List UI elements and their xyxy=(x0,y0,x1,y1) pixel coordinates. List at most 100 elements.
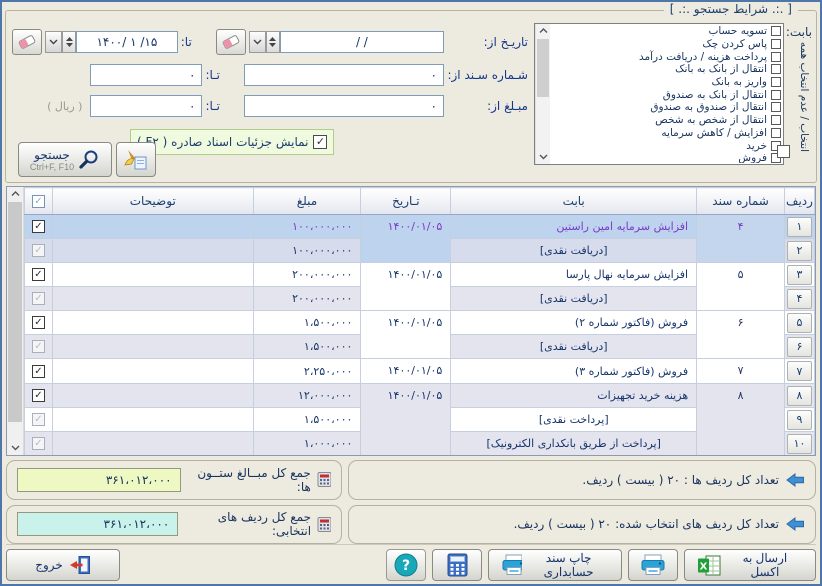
amount-cell[interactable]: ۱۰۰،۰۰۰،۰۰۰ xyxy=(253,239,361,263)
babat-cell[interactable]: [پرداخت نقدی] xyxy=(451,408,697,432)
header-notes[interactable]: توضیحات xyxy=(53,188,254,215)
babat-option-checkbox[interactable] xyxy=(771,64,781,74)
scrollbar-thumb[interactable] xyxy=(8,202,22,422)
row-number-cell[interactable]: ۶ xyxy=(785,335,815,359)
notes-cell[interactable] xyxy=(53,384,254,408)
doc-number-cell[interactable]: ۵ xyxy=(697,263,785,311)
amount-to-input[interactable]: ۰ xyxy=(90,95,202,117)
print-button[interactable] xyxy=(628,549,678,581)
date-cell[interactable]: ۱۴۰۰/۰۱/۰۵ xyxy=(361,359,451,384)
babat-option-checkbox[interactable] xyxy=(771,52,781,62)
exit-button[interactable]: خروج xyxy=(6,549,120,581)
header-amount[interactable]: مبلغ xyxy=(253,188,361,215)
amount-cell[interactable]: ۱،۵۰۰،۰۰۰ xyxy=(253,311,361,335)
babat-cell[interactable]: افزایش سرمایه نهال پارسا xyxy=(451,263,697,287)
date-from-dropdown[interactable] xyxy=(249,31,266,53)
babat-option[interactable]: واریز به بانک xyxy=(552,76,781,89)
row-checkbox-cell[interactable] xyxy=(25,215,53,239)
table-row[interactable]: ۳۵افزایش سرمایه نهال پارسا۱۴۰۰/۰۱/۰۵۲۰۰،… xyxy=(25,263,815,287)
babat-option[interactable]: انتقال از شخص به شخص xyxy=(552,114,781,127)
date-from-clear-button[interactable] xyxy=(216,29,246,55)
clear-form-button[interactable] xyxy=(116,142,156,177)
row-checkbox[interactable] xyxy=(32,340,45,353)
docnum-from-input[interactable]: ۰ xyxy=(244,64,444,86)
babat-option-checkbox[interactable] xyxy=(771,115,781,125)
header-row-number[interactable]: ردیف xyxy=(785,188,815,215)
date-cell[interactable]: ۱۴۰۰/۰۱/۰۵ xyxy=(361,384,451,456)
doc-number-cell[interactable]: ۸ xyxy=(697,384,785,456)
table-vertical-scrollbar[interactable] xyxy=(7,187,24,455)
table-row[interactable]: ۱۴افزایش سرمایه امین راستین۱۴۰۰/۰۱/۰۵۱۰۰… xyxy=(25,215,815,239)
babat-option[interactable]: انتقال از بانک به بانک xyxy=(552,63,781,76)
row-number-cell[interactable]: ۱۰ xyxy=(785,432,815,456)
babat-cell[interactable]: فروش (فاکتور شماره ۲) xyxy=(451,311,697,335)
row-checkbox-cell[interactable] xyxy=(25,359,53,384)
date-to-input[interactable]: ۱۴۰۰/ ۱ /۱۵ xyxy=(76,31,178,53)
row-number-cell[interactable]: ۹ xyxy=(785,408,815,432)
header-doc-number[interactable]: شماره سند xyxy=(697,188,785,215)
spinner-arrows-icon[interactable] xyxy=(62,31,76,53)
row-checkbox[interactable] xyxy=(32,413,45,426)
notes-cell[interactable] xyxy=(53,239,254,263)
amount-cell[interactable]: ۲۰۰،۰۰۰،۰۰۰ xyxy=(253,287,361,311)
doc-number-cell[interactable]: ۴ xyxy=(697,215,785,263)
babat-option[interactable]: فروش xyxy=(552,152,781,163)
row-number-cell[interactable]: ۱ xyxy=(785,215,815,239)
row-number-cell[interactable]: ۵ xyxy=(785,311,815,335)
babat-cell[interactable]: [دریافت نقدی] xyxy=(451,239,697,263)
babat-option-checkbox[interactable] xyxy=(771,102,781,112)
header-select-all-checkbox[interactable] xyxy=(25,188,53,215)
row-number-cell[interactable]: ۳ xyxy=(785,263,815,287)
amount-cell[interactable]: ۱،۰۰۰،۰۰۰ xyxy=(253,432,361,456)
row-checkbox[interactable] xyxy=(32,389,45,402)
row-checkbox[interactable] xyxy=(32,437,45,450)
babat-option-checkbox[interactable] xyxy=(771,128,781,138)
row-checkbox-cell[interactable] xyxy=(25,239,53,263)
doc-number-cell[interactable]: ۷ xyxy=(697,359,785,384)
export-excel-button[interactable]: X ارسال به اکسل xyxy=(684,549,816,581)
row-checkbox-cell[interactable] xyxy=(25,287,53,311)
scrollbar-thumb[interactable] xyxy=(537,39,549,97)
row-checkbox-cell[interactable] xyxy=(25,408,53,432)
babat-option[interactable]: افزایش / کاهش سرمایه xyxy=(552,127,781,140)
date-cell[interactable]: ۱۴۰۰/۰۱/۰۵ xyxy=(361,215,451,263)
babat-cell[interactable]: افزایش سرمایه امین راستین xyxy=(451,215,697,239)
spinner-arrows-icon[interactable] xyxy=(266,31,280,53)
row-checkbox-cell[interactable] xyxy=(25,384,53,408)
row-checkbox-cell[interactable] xyxy=(25,335,53,359)
row-number-cell[interactable]: ۲ xyxy=(785,239,815,263)
notes-cell[interactable] xyxy=(53,311,254,335)
scroll-up-icon[interactable] xyxy=(7,187,24,201)
row-checkbox[interactable] xyxy=(32,292,45,305)
listbox-scrollbar[interactable] xyxy=(535,24,550,164)
babat-cell[interactable]: [دریافت نقدی] xyxy=(451,335,697,359)
amount-cell[interactable]: ۱۲،۰۰۰،۰۰۰ xyxy=(253,384,361,408)
babat-category-listbox[interactable]: تسویه حسابپاس کردن چکپرداخت هزینه / دریا… xyxy=(534,23,784,165)
calculator-button[interactable] xyxy=(432,549,482,581)
amount-cell[interactable]: ۲،۲۵۰،۰۰۰ xyxy=(253,359,361,384)
babat-option[interactable]: پرداخت هزینه / دریافت درآمد xyxy=(552,50,781,63)
row-checkbox-cell[interactable] xyxy=(25,311,53,335)
select-all-checkbox[interactable] xyxy=(777,145,790,158)
babat-option[interactable]: انتقال از بانک به صندوق xyxy=(552,88,781,101)
date-cell[interactable]: ۱۴۰۰/۰۱/۰۵ xyxy=(361,263,451,311)
notes-cell[interactable] xyxy=(53,359,254,384)
notes-cell[interactable] xyxy=(53,263,254,287)
row-number-cell[interactable]: ۴ xyxy=(785,287,815,311)
show-details-checkbox[interactable]: ✓ xyxy=(313,135,327,149)
scroll-down-icon[interactable] xyxy=(7,441,24,455)
table-row[interactable]: ۷۷فروش (فاکتور شماره ۳)۱۴۰۰/۰۱/۰۵۲،۲۵۰،۰… xyxy=(25,359,815,384)
amount-cell[interactable]: ۱،۵۰۰،۰۰۰ xyxy=(253,335,361,359)
row-checkbox[interactable] xyxy=(32,244,45,257)
row-checkbox[interactable] xyxy=(32,316,45,329)
row-checkbox-cell[interactable] xyxy=(25,432,53,456)
row-checkbox[interactable] xyxy=(32,365,45,378)
row-checkbox[interactable] xyxy=(32,220,45,233)
babat-option-checkbox[interactable] xyxy=(771,90,781,100)
babat-option[interactable]: پاس کردن چک xyxy=(552,38,781,51)
row-checkbox-cell[interactable] xyxy=(25,263,53,287)
help-button[interactable]: ? xyxy=(386,549,426,581)
table-row[interactable]: ۵۶فروش (فاکتور شماره ۲)۱۴۰۰/۰۱/۰۵۱،۵۰۰،۰… xyxy=(25,311,815,335)
date-cell[interactable]: ۱۴۰۰/۰۱/۰۵ xyxy=(361,311,451,359)
amount-cell[interactable]: ۱،۵۰۰،۰۰۰ xyxy=(253,408,361,432)
